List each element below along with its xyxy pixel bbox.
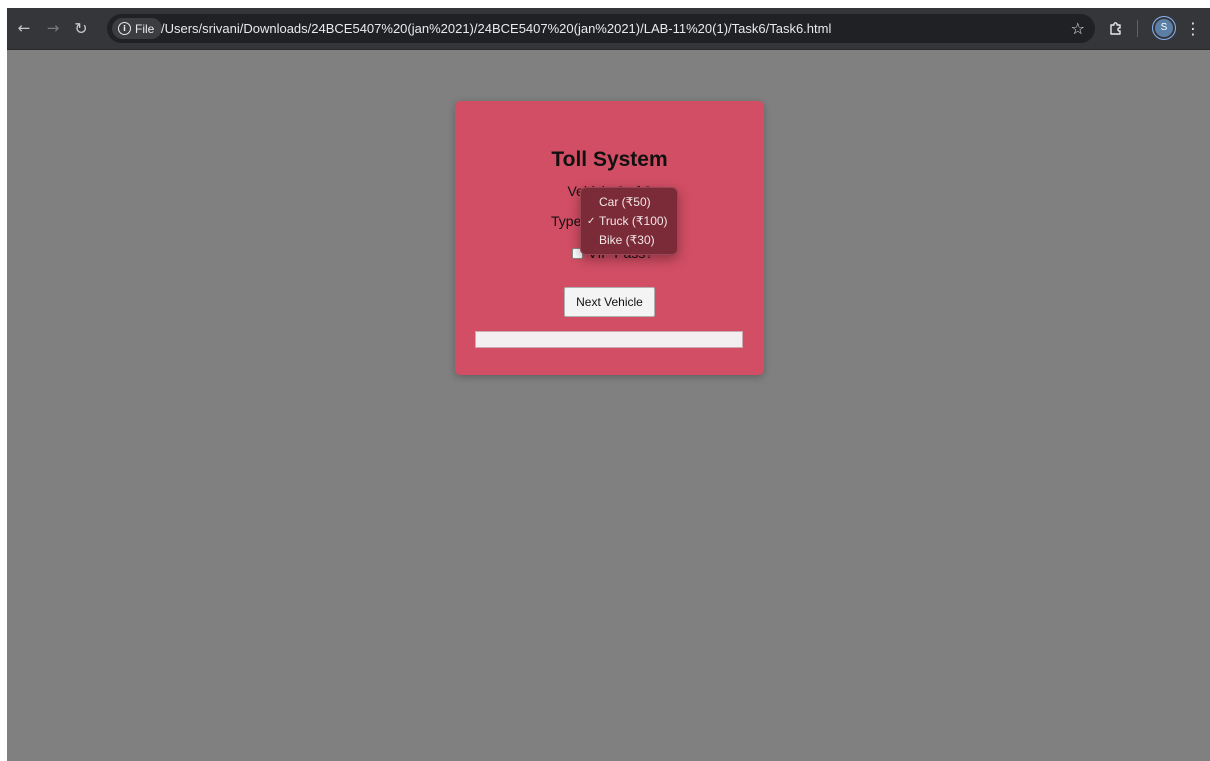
option-car[interactable]: Car (₹50) [581,193,677,212]
browser-toolbar: ← → ↻ i File /Users/srivani/Downloads/24… [7,8,1210,50]
forward-icon[interactable]: → [42,17,64,39]
next-vehicle-button[interactable]: Next Vehicle [564,287,655,317]
toolbar-separator [1137,20,1138,37]
info-icon: i [118,22,131,35]
puzzle-icon [1110,22,1121,35]
site-info-chip[interactable]: i File [112,18,163,39]
address-bar[interactable]: i File /Users/srivani/Downloads/24BCE540… [107,14,1095,43]
browser-window: ← → ↻ i File /Users/srivani/Downloads/24… [7,8,1210,761]
vehicle-type-dropdown[interactable]: Car (₹50) ✓ Truck (₹100) Bike (₹30) [580,187,678,255]
result-display [475,331,743,348]
url-text[interactable]: /Users/srivani/Downloads/24BCE5407%20(ja… [161,14,831,43]
back-icon[interactable]: ← [13,17,35,39]
extensions-icon[interactable] [1108,17,1124,39]
option-bike[interactable]: Bike (₹30) [581,231,677,250]
reload-icon[interactable]: ↻ [70,17,92,39]
option-label: Car (₹50) [599,195,651,209]
site-info-label: File [135,21,155,36]
option-truck[interactable]: ✓ Truck (₹100) [581,212,677,231]
bookmark-star-icon[interactable]: ☆ [1071,14,1085,43]
checkmark-icon: ✓ [587,216,596,227]
option-label: Bike (₹30) [599,233,655,247]
page-title: Toll System [551,148,668,171]
profile-avatar[interactable]: S [1155,19,1173,37]
menu-icon[interactable]: ⋮ [1185,17,1201,39]
type-label: Type [551,213,582,229]
option-label: Truck (₹100) [599,214,668,228]
